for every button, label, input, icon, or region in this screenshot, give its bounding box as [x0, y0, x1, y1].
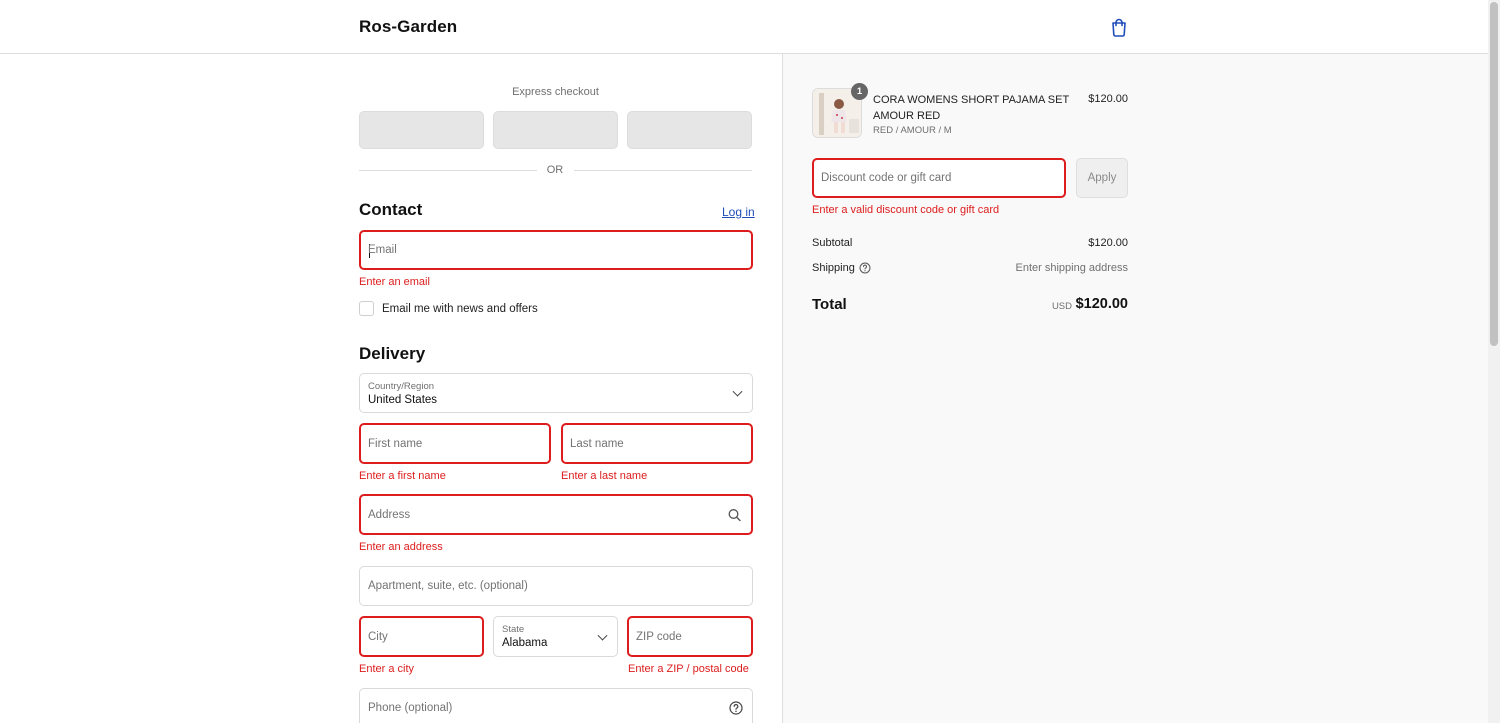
country-label: Country/Region — [368, 381, 435, 392]
email-error: Enter an email — [359, 276, 430, 288]
apartment-field[interactable]: Apartment, suite, etc. (optional) — [359, 566, 753, 606]
help-circle-icon[interactable] — [729, 701, 743, 715]
apartment-placeholder: Apartment, suite, etc. (optional) — [368, 580, 528, 592]
subtotal-label: Subtotal — [812, 237, 853, 249]
city-placeholder: City — [368, 630, 388, 643]
zip-field[interactable]: ZIP code — [627, 616, 753, 657]
discount-placeholder: Discount code or gift card — [821, 172, 952, 184]
city-field[interactable]: City — [359, 616, 484, 657]
order-summary-panel — [782, 54, 1488, 723]
subtotal-value: $120.00 — [1088, 237, 1128, 249]
phone-placeholder: Phone (optional) — [368, 702, 453, 714]
discount-code-field[interactable]: Discount code or gift card — [812, 158, 1066, 198]
last-name-field[interactable]: Last name — [561, 423, 753, 464]
country-value: United States — [368, 394, 438, 406]
product-price: $120.00 — [1088, 93, 1128, 105]
express-checkout-label: Express checkout — [512, 86, 599, 98]
express-pay-button-3[interactable] — [627, 111, 752, 149]
product-variant: RED / AMOUR / M — [873, 125, 952, 136]
city-error: Enter a city — [359, 663, 415, 675]
divider-left — [359, 170, 537, 171]
first-name-placeholder: First name — [368, 437, 423, 450]
express-pay-button-2[interactable] — [493, 111, 618, 149]
state-select[interactable]: State Alabama — [493, 616, 618, 657]
newsletter-label[interactable]: Email me with news and offers — [382, 303, 538, 315]
help-circle-icon[interactable] — [859, 262, 871, 274]
last-name-error: Enter a last name — [561, 470, 648, 482]
login-link[interactable]: Log in — [722, 205, 755, 219]
address-error: Enter an address — [359, 541, 443, 553]
newsletter-checkbox[interactable] — [359, 301, 374, 316]
search-icon — [728, 508, 741, 521]
checkout-page: Ros-Garden Express checkout OR Contact L… — [0, 0, 1500, 723]
state-label: State — [502, 624, 525, 635]
shipping-label: Shipping — [812, 262, 855, 274]
quantity-badge: 1 — [851, 83, 868, 100]
divider-right — [574, 170, 752, 171]
email-placeholder: Email — [368, 244, 397, 256]
zip-error: Enter a ZIP / postal code — [628, 663, 749, 675]
first-name-field[interactable]: First name — [359, 423, 551, 464]
state-value: Alabama — [502, 637, 548, 649]
first-name-error: Enter a first name — [359, 470, 446, 482]
shopping-bag-icon[interactable] — [1110, 17, 1128, 37]
total-label: Total — [812, 296, 847, 313]
currency-code: USD — [1051, 301, 1072, 312]
country-select[interactable]: Country/Region United States — [359, 373, 753, 413]
email-field[interactable]: Email — [359, 230, 753, 270]
shipping-value: Enter shipping address — [1015, 262, 1128, 274]
discount-error: Enter a valid discount code or gift card — [812, 204, 1000, 216]
scrollbar[interactable] — [1488, 0, 1500, 723]
last-name-placeholder: Last name — [570, 437, 624, 450]
contact-title: Contact — [359, 200, 423, 219]
total-value: $120.00 — [1075, 296, 1128, 312]
chevron-down-icon — [597, 630, 608, 641]
delivery-title: Delivery — [359, 344, 426, 363]
zip-placeholder: ZIP code — [636, 630, 682, 643]
header: Ros-Garden — [0, 0, 1488, 54]
express-pay-button-1[interactable] — [359, 111, 484, 149]
scrollbar-thumb[interactable] — [1490, 2, 1498, 346]
or-divider-text: OR — [546, 164, 564, 176]
address-field[interactable]: Address — [359, 494, 753, 535]
phone-field[interactable]: Phone (optional) — [359, 688, 753, 723]
address-placeholder: Address — [368, 508, 411, 521]
brand-logo[interactable]: Ros-Garden — [359, 17, 457, 37]
chevron-down-icon — [732, 386, 743, 397]
apply-discount-button[interactable]: Apply — [1076, 158, 1128, 198]
